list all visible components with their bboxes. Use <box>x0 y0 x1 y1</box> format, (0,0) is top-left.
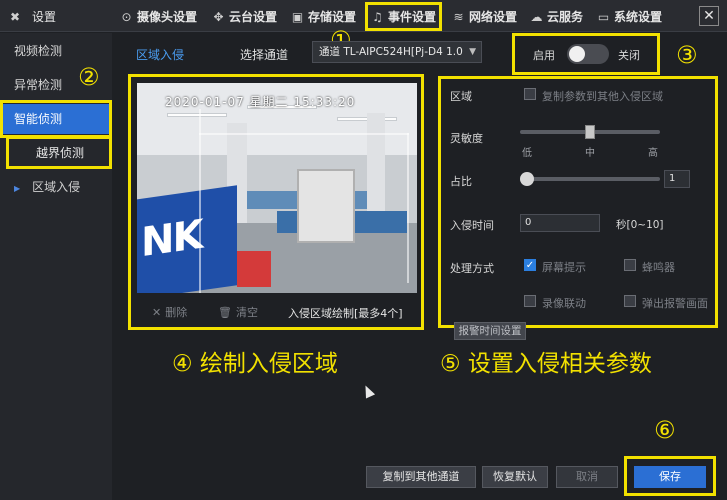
zone-line <box>407 133 409 283</box>
buzzer-checkbox[interactable] <box>624 259 636 271</box>
region-label: 区域 <box>450 90 472 103</box>
ratio-slider[interactable] <box>522 177 660 181</box>
bell-icon: ♫ <box>372 10 383 24</box>
marker-6: ⑥ <box>654 416 676 444</box>
ratio-input[interactable]: 1 <box>664 170 690 188</box>
caret-right-icon: ▶ <box>14 184 21 193</box>
cloud-icon: ☁ <box>530 10 543 24</box>
popup-alarm-label: 弹出报警画面 <box>642 297 708 310</box>
highlight-box-params <box>438 76 718 328</box>
white-cabinet <box>297 169 355 243</box>
restore-default-button[interactable]: 恢复默认 <box>482 466 548 488</box>
mouse-cursor-icon <box>360 383 376 399</box>
popup-alarm-checkbox[interactable] <box>624 295 636 307</box>
sensitivity-tick-low: 低 <box>522 148 532 159</box>
sensitivity-tick-high: 高 <box>648 148 658 159</box>
clear-button[interactable]: 🗑 清空 <box>218 304 258 320</box>
highlight-box-sidebar-smart <box>0 100 112 138</box>
highlight-box-save <box>624 456 716 496</box>
sensitivity-tick-mid: 中 <box>585 148 595 159</box>
channel-select[interactable]: 通道 TL-AIPC524H[Pj-D4 1.0 ▼ <box>312 41 482 63</box>
sidebar-item-video-detect[interactable]: 视频检测 <box>0 36 112 66</box>
caption-draw-region: ④ 绘制入侵区域 <box>172 351 338 377</box>
draw-region-note[interactable]: 入侵区域绘制[最多4个] <box>288 305 403 321</box>
trash-icon: 🗑 <box>218 306 232 319</box>
tab-storage[interactable]: ▣ 存储设置 <box>291 8 356 25</box>
intrusion-time-input[interactable]: 0 <box>520 214 600 232</box>
record-link-checkbox[interactable] <box>524 295 536 307</box>
intrusion-time-hint: 秒[0~10] <box>616 219 664 231</box>
handling-label: 处理方式 <box>450 262 494 275</box>
highlight-box-sidebar-sub <box>6 136 112 169</box>
tab-region-intrusion[interactable]: 区域入侵 <box>136 46 184 63</box>
delete-button[interactable]: ✕ 删除 <box>152 304 187 320</box>
marker-2: ② <box>78 63 100 91</box>
sidebar-item-region-intrusion[interactable]: ▶ 区域入侵 <box>0 172 112 202</box>
close-icon: ✕ <box>152 306 162 319</box>
tab-network[interactable]: ≋ 网络设置 <box>452 8 517 25</box>
sensitivity-label: 灵敏度 <box>450 132 483 145</box>
buzzer-label: 蜂鸣器 <box>642 261 675 274</box>
banner-text: NK <box>141 211 202 267</box>
alarm-schedule-button[interactable]: 报警时间设置 <box>454 322 526 340</box>
zone-line <box>199 109 201 293</box>
video-toolbar: ✕ 删除 🗑 清空 入侵区域绘制[最多4个] <box>130 296 410 326</box>
record-link-label: 录像联动 <box>542 297 586 310</box>
copy-params-label: 复制参数到其他入侵区域 <box>542 90 663 103</box>
chevron-down-icon: ▼ <box>469 47 476 57</box>
zone-line <box>199 133 409 135</box>
ptz-icon: ✥ <box>213 10 224 24</box>
sensitivity-slider-thumb[interactable] <box>585 125 595 139</box>
close-icon: ✕ <box>703 8 715 24</box>
tab-events[interactable]: ♫ 事件设置 <box>364 2 443 31</box>
tab-system[interactable]: ▭ 系统设置 <box>597 8 662 25</box>
monitor-icon: ▭ <box>597 10 610 24</box>
wifi-icon: ≋ <box>453 10 464 24</box>
screen-prompt-checkbox[interactable]: ✓ <box>524 259 536 271</box>
tab-cloud[interactable]: ☁ 云服务 <box>530 8 584 25</box>
video-preview[interactable]: NK 2020-01-07 星期二 15:33:20 <box>137 83 417 293</box>
top-bar: ✖ 设置 ⊙ 摄像头设置 ✥ 云台设置 ▣ 存储设置 ♫ 事件设置 ≋ 网络设置 ☁ 云服务 … <box>0 0 727 32</box>
red-bag <box>237 251 271 287</box>
ratio-slider-thumb[interactable] <box>520 172 534 186</box>
cancel-button[interactable]: 取消 <box>556 466 618 488</box>
copy-to-channels-button[interactable]: 复制到其他通道 <box>366 466 476 488</box>
intrusion-time-label: 入侵时间 <box>450 219 494 232</box>
tab-ptz[interactable]: ✥ 云台设置 <box>212 8 277 25</box>
channel-label: 选择通道 <box>240 48 289 62</box>
ratio-label: 占比 <box>450 175 472 188</box>
highlight-box-toggle <box>512 33 660 75</box>
caption-set-params: ⑤ 设置入侵相关参数 <box>440 351 652 377</box>
ceiling-light <box>167 113 227 117</box>
window-title: ✖ 设置 <box>10 10 57 24</box>
screen-prompt-label: 屏幕提示 <box>542 261 586 274</box>
save-icon: ▣ <box>291 10 304 24</box>
video-osd-timestamp: 2020-01-07 星期二 15:33:20 <box>165 95 356 109</box>
copy-params-checkbox[interactable] <box>524 88 536 100</box>
marker-3: ③ <box>676 41 698 69</box>
tab-camera[interactable]: ⊙ 摄像头设置 <box>120 8 197 25</box>
close-button[interactable]: ✕ <box>699 6 719 26</box>
tools-icon: ✖ <box>10 10 21 24</box>
camera-icon: ⊙ <box>121 10 132 24</box>
